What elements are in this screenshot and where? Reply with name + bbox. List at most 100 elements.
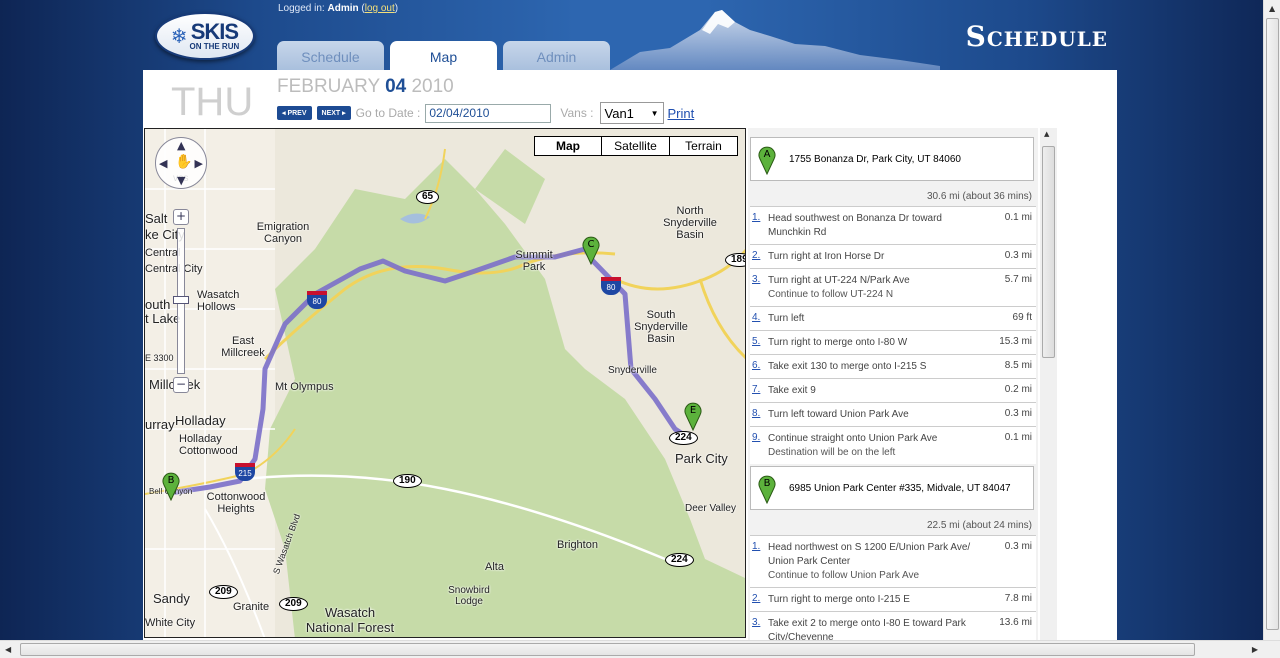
zoom-track[interactable] [173,228,189,374]
step-instruction: Continue straight onto Union Park Ave [768,433,938,444]
step-distance: 0.1 mi [1004,432,1032,443]
direction-step[interactable]: 1. Head northwest on S 1200 E/Union Park … [750,535,1036,587]
route-shield: 189 [725,253,745,267]
route-map[interactable]: Salt ke City Central Central City outh t… [144,128,746,638]
direction-step[interactable]: 4. Turn left 69 ft [750,306,1036,330]
vans-select[interactable]: Van1 ▼ [599,102,664,124]
step-number[interactable]: 3. [752,274,768,302]
place-label: Wasatch Hollows [197,289,240,313]
pan-right-icon[interactable]: ▶ [195,157,203,170]
tab-admin[interactable]: Admin [503,41,610,71]
pan-up-icon[interactable]: ▲ [177,139,185,152]
login-status: Logged in: Admin (log out) [278,3,399,14]
site-logo[interactable]: ❄ SKIS ON THE RUN [155,12,255,60]
place-label: Snowbird Lodge [448,585,490,607]
leg-summary: 22.5 mi (about 24 mins) [926,520,1032,531]
waypoint-address: 6985 Union Park Center #335, Midvale, UT… [789,482,1011,494]
direction-step[interactable]: 2. Turn right at Iron Horse Dr 0.3 mi [750,244,1036,268]
window-horizontal-scrollbar[interactable]: ◀ ▶ [0,640,1280,658]
map-type-satellite[interactable]: Satellite [601,137,669,155]
goto-date-label: Go to Date : [355,106,421,120]
waypoint-address: 1755 Bonanza Dr, Park City, UT 84060 [789,153,961,165]
step-number[interactable]: 3. [752,617,768,640]
marker-label: E [690,405,696,416]
step-number[interactable]: 8. [752,408,768,422]
direction-step[interactable]: 5. Turn right to merge onto I-80 W 15.3 mi [750,330,1036,354]
snowflake-icon: ❄ [170,24,188,48]
place-label: Cottonwood Heights [206,491,266,515]
step-number[interactable]: 6. [752,360,768,374]
step-text: Turn left toward Union Park Ave [768,408,976,422]
direction-step[interactable]: 3. Turn right at UT-224 N/Park Ave Continu… [750,268,1036,306]
direction-step[interactable]: 8. Turn left toward Union Park Ave 0.3 mi [750,402,1036,426]
zoom-out-icon[interactable]: − [173,377,189,393]
print-link[interactable]: Print [668,106,695,121]
direction-step[interactable]: 3. Take exit 2 to merge onto I-80 E towar… [750,611,1036,640]
window-vertical-scrollbar[interactable]: ▲ [1263,0,1280,640]
scroll-up-icon[interactable]: ▲ [1269,4,1275,13]
step-instruction: Turn right to merge onto I-215 E [768,594,910,605]
place-label: Holladay Cottonwood [179,433,238,457]
step-number[interactable]: 4. [752,312,768,326]
scroll-left-icon[interactable]: ◀ [5,645,11,654]
next-button[interactable]: NEXT ▸ [316,106,351,120]
zoom-control[interactable]: + − [173,209,189,394]
hand-icon[interactable]: ✋ [175,154,192,170]
waypoint-a: A 1755 Bonanza Dr, Park City, UT 84060 [750,137,1034,181]
step-distance: 0.1 mi [1004,212,1032,223]
mountain-banner [610,10,940,70]
scroll-thumb[interactable] [20,643,1195,656]
scroll-thumb[interactable] [1042,146,1055,358]
marker-label: B [764,478,771,489]
scroll-up-icon[interactable]: ▲ [1044,130,1049,138]
prev-button[interactable]: ◂ PREV [277,106,312,120]
logo-text: SKIS [190,19,239,44]
step-number[interactable]: 1. [752,212,768,240]
directions-scrollbar[interactable]: ▲ [1040,128,1057,640]
step-instruction: Turn right to merge onto I-80 W [768,337,908,348]
tab-map[interactable]: Map [390,41,497,72]
step-instruction: Take exit 9 [768,385,816,396]
scroll-right-icon[interactable]: ▶ [1252,645,1258,654]
zoom-in-icon[interactable]: + [173,209,189,225]
marker-label: C [588,239,595,250]
interstate-shield: 215 [235,463,255,481]
step-number[interactable]: 5. [752,336,768,350]
login-prefix: Logged in: [278,3,325,14]
direction-step[interactable]: 7. Take exit 9 0.2 mi [750,378,1036,402]
place-label: Holladay [175,413,226,428]
step-number[interactable]: 2. [752,593,768,607]
place-label: Deer Valley [685,503,736,514]
scroll-thumb[interactable] [1266,18,1279,630]
pan-left-icon[interactable]: ◀ [159,157,167,170]
direction-step[interactable]: 1. Head southwest on Bonanza Dr toward Mu… [750,206,1036,244]
map-type-map[interactable]: Map [535,137,601,155]
step-number[interactable]: 7. [752,384,768,398]
direction-step[interactable]: 2. Turn right to merge onto I-215 E 7.8 mi [750,587,1036,611]
step-number[interactable]: 2. [752,250,768,264]
current-date: FEBRUARY 04 2010 [277,76,454,98]
pan-down-icon[interactable]: ▼ [177,174,185,187]
step-number[interactable]: 1. [752,541,768,583]
direction-step[interactable]: 6. Take exit 130 to merge onto I-215 S 8.5… [750,354,1036,378]
marker-e-icon[interactable]: E [683,399,703,431]
marker-c-icon[interactable]: C [581,233,601,265]
directions-panel: A 1755 Bonanza Dr, Park City, UT 84060 3… [748,128,1038,640]
zoom-slider-thumb[interactable] [173,296,189,304]
marker-label: A [764,149,771,160]
goto-date-input[interactable] [425,103,552,123]
step-distance: 0.3 mi [1004,408,1032,419]
logout-link[interactable]: log out [365,3,395,14]
map-type-terrain[interactable]: Terrain [669,137,737,155]
direction-step[interactable]: 9. Continue straight onto Union Park Ave D… [750,426,1036,464]
step-number[interactable]: 9. [752,432,768,460]
step-instruction: Turn left [768,313,805,324]
step-distance: 13.6 mi [999,617,1032,628]
marker-b-icon[interactable]: B [161,469,181,501]
page-title: Schedule [965,20,1108,53]
main-panel: THU FEBRUARY 04 2010 ◂ PREV NEXT ▸ Go to… [143,70,1117,640]
step-instruction: Take exit 130 to merge onto I-215 S [768,361,927,372]
pan-control[interactable]: ▲ ▼ ◀ ▶ ✋ [155,137,207,189]
place-label: Wasatch National Forest [305,605,395,635]
tab-schedule[interactable]: Schedule [277,41,384,71]
